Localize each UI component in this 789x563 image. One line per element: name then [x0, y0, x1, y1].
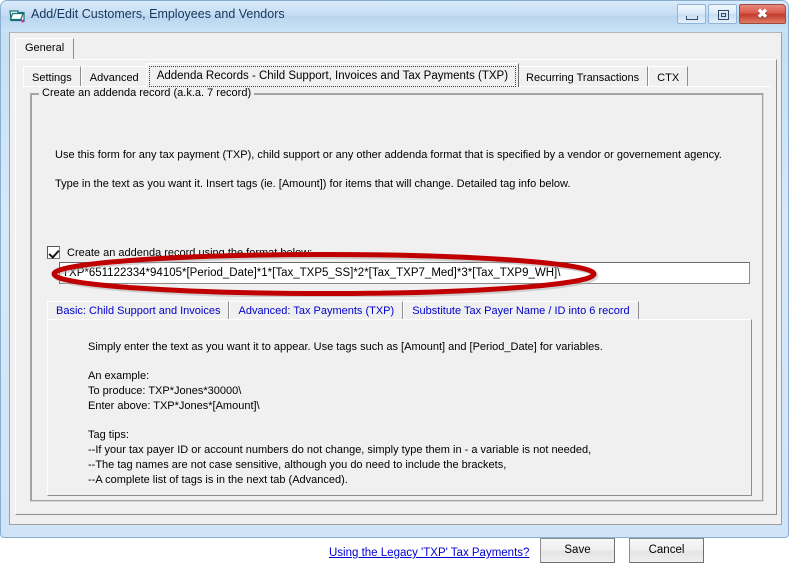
tab-settings-label: Settings [32, 72, 72, 84]
window-folder-icon [9, 8, 26, 24]
tab-addenda-records[interactable]: Addenda Records - Child Support, Invoice… [145, 63, 520, 87]
tab-focus-rectangle [148, 66, 517, 87]
intro-line-2: Type in the text as you want it. Insert … [55, 178, 571, 190]
outer-tab-general[interactable]: General [15, 38, 75, 60]
addenda-format-input[interactable] [59, 262, 750, 284]
outer-tab-strip: General [15, 38, 777, 60]
panel-tips-header: Tag tips: [88, 429, 129, 441]
panel-tip-3: --A complete list of tags is in the next… [88, 474, 348, 486]
minimize-button[interactable] [677, 4, 706, 24]
inner-tab-basic-label: Basic: Child Support and Invoices [56, 305, 221, 317]
panel-example-header: An example: [88, 370, 150, 382]
tab-settings[interactable]: Settings [23, 66, 81, 87]
outer-tab-page: Settings Advanced Addenda Records - Chil… [15, 59, 777, 563]
inner-tab-advanced-txp-label: Advanced: Tax Payments (TXP) [238, 305, 395, 317]
panel-line-1: Simply enter the text as you want it to … [88, 341, 603, 353]
inner-tab-strip: Basic: Child Support and Invoices Advanc… [47, 300, 639, 320]
inner-tab-page: Simply enter the text as you want it to … [47, 319, 752, 496]
save-button[interactable]: Save [540, 538, 615, 563]
inner-tab-basic[interactable]: Basic: Child Support and Invoices [47, 301, 230, 320]
window-title: Add/Edit Customers, Employees and Vendor… [31, 7, 285, 21]
intro-line-1: Use this form for any tax payment (TXP),… [55, 149, 722, 161]
close-button[interactable]: ✖ [739, 4, 786, 24]
cancel-button[interactable]: Cancel [629, 538, 704, 563]
legacy-txp-link[interactable]: Using the Legacy 'TXP' Tax Payments? [329, 547, 529, 559]
create-addenda-checkbox-label: Create an addenda record using the forma… [67, 246, 313, 259]
inner-tab-substitute-taxpayer[interactable]: Substitute Tax Payer Name / ID into 6 re… [403, 301, 639, 320]
maximize-icon [718, 10, 729, 20]
tab-ctx-label: CTX [657, 72, 680, 84]
minimize-icon [686, 16, 698, 20]
create-addenda-checkbox-row[interactable]: Create an addenda record using the forma… [47, 246, 312, 259]
client-area: General Settings Advanced Addenda Record… [9, 32, 782, 563]
panel-example-enter: Enter above: TXP*Jones*[Amount]\ [88, 400, 260, 412]
inner-tab-control: Basic: Child Support and Invoices Advanc… [47, 300, 752, 496]
panel-tip-2: --The tag names are not case sensitive, … [88, 459, 507, 471]
outer-tab-general-label: General [25, 42, 65, 54]
create-addenda-checkbox[interactable] [47, 246, 60, 259]
close-icon: ✖ [757, 6, 768, 21]
app-window: Add/Edit Customers, Employees and Vendor… [0, 0, 789, 563]
titlebar: Add/Edit Customers, Employees and Vendor… [1, 1, 789, 32]
tab-recurring-transactions-label: Recurring Transactions [526, 72, 640, 84]
window-controls: ✖ [675, 4, 786, 25]
tab-advanced-label: Advanced [89, 72, 139, 84]
panel-example-produce: To produce: TXP*Jones*30000\ [88, 385, 242, 397]
inner-tab-substitute-taxpayer-label: Substitute Tax Payer Name / ID into 6 re… [412, 305, 630, 317]
tab-ctx[interactable]: CTX [648, 66, 689, 87]
tab-recurring-transactions[interactable]: Recurring Transactions [517, 66, 649, 87]
tab-advanced[interactable]: Advanced [80, 66, 148, 87]
tab-strip: Settings Advanced Addenda Records - Chil… [23, 63, 689, 87]
inner-tab-advanced-txp[interactable]: Advanced: Tax Payments (TXP) [229, 301, 404, 320]
panel-tip-1: --If your tax payer ID or account number… [88, 444, 592, 456]
groupbox-title: Create an addenda record (a.k.a. 7 recor… [39, 87, 255, 99]
maximize-button[interactable] [708, 4, 737, 24]
